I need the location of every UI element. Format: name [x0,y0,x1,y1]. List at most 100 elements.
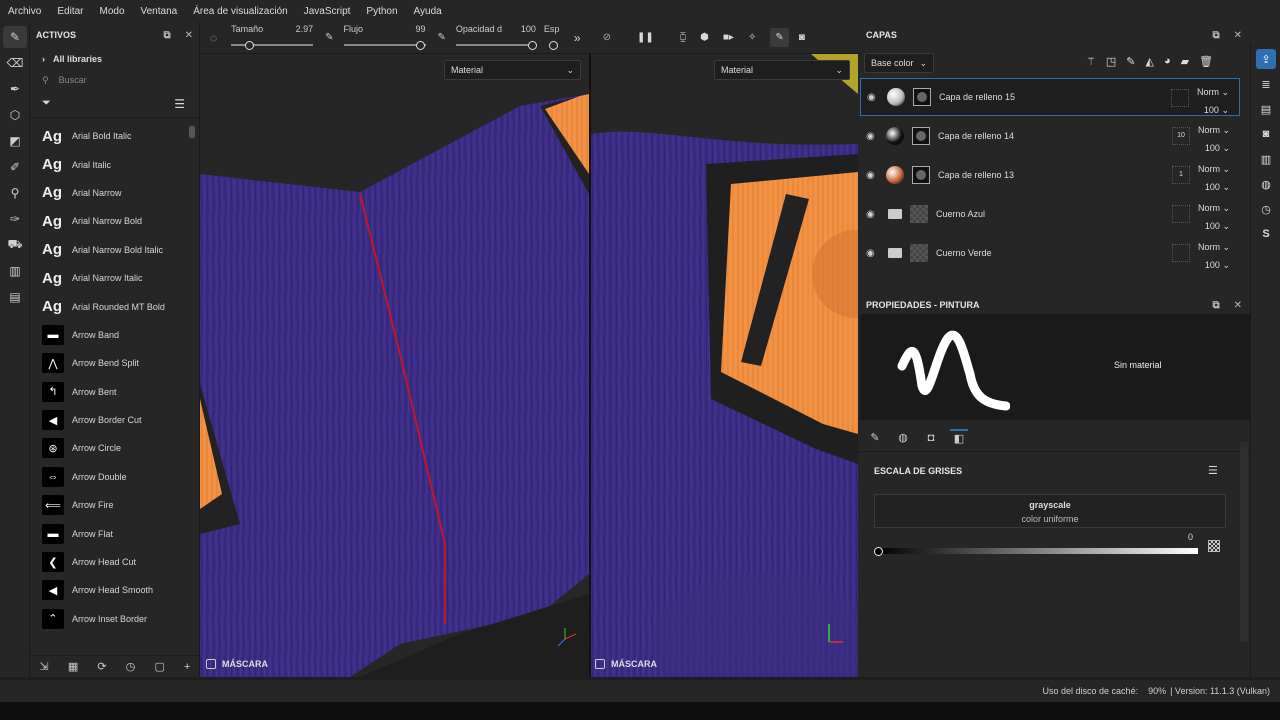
asset-item[interactable]: ⊛ Arrow Circle [30,434,199,462]
close-icon[interactable]: ✕ [1234,300,1242,311]
asset-item[interactable]: ⇔ Arrow Double [30,463,199,491]
material-dropdown-left[interactable]: Material ⌄ [444,60,581,80]
layer-opacity[interactable]: 100 [1205,182,1220,192]
bake-icon[interactable]: ⛟ [3,234,27,256]
scrollbar[interactable] [1240,442,1248,642]
import-icon[interactable]: ⇲ [40,660,49,673]
asset-item[interactable]: ◀ Arrow Head Smooth [30,576,199,604]
magic-wand-icon[interactable]: ⚚ [1086,55,1096,68]
blend-mode[interactable]: Norm [1198,242,1220,252]
asset-item[interactable]: Ag Arial Narrow [30,179,199,207]
menu-item[interactable]: Ayuda [414,6,442,17]
menu-item[interactable]: Área de visualización [193,6,288,17]
export-icon[interactable]: ⇪ [1256,49,1276,69]
menu-item[interactable]: Modo [99,6,124,17]
size-slider[interactable]: Tamaño 2.97 [231,22,314,54]
layer-row[interactable]: ◉ Cuerno Verde Norm ⌄ 100 ⌄ [860,234,1240,272]
folder-icon[interactable]: ▰ [1181,55,1189,68]
layer-opacity[interactable]: 100 [1204,105,1219,115]
add-icon[interactable]: + [184,661,190,673]
asset-item[interactable]: ⋀ Arrow Bend Split [30,349,199,377]
3d-viewport[interactable]: Material ⌄ MÁSCARA [591,54,858,677]
blend-mode[interactable]: Norm [1198,125,1220,135]
material-tab-icon[interactable]: ◧ [950,428,968,447]
undock-icon[interactable]: ⧉ [163,30,170,41]
new-library-icon[interactable]: ▦ [68,660,78,673]
close-icon[interactable]: ✕ [1234,30,1242,41]
asset-item[interactable]: Ag Arial Rounded MT Bold [30,292,199,320]
layer-row[interactable]: ◉ Capa de relleno 15 Norm ⌄ 100 ⌄ [860,78,1240,116]
material-dropdown-right[interactable]: Material ⌄ [714,60,850,80]
layer-effect-slot[interactable]: 1 [1172,166,1190,184]
document-icon[interactable]: ▤ [3,286,27,308]
history-icon[interactable]: ◷ [126,660,136,673]
menu-icon[interactable]: ☰ [1208,464,1218,477]
geometry-fill-icon[interactable]: ⬡ [3,104,27,126]
projection-icon[interactable]: ✒ [3,78,27,100]
brush-mode-icon[interactable]: ✎ [770,28,789,47]
visibility-eye-icon[interactable]: ◉ [866,248,880,259]
document-icon[interactable]: ▥ [1256,149,1276,169]
menu-item[interactable]: Archivo [8,6,41,17]
menu-item[interactable]: Ventana [141,6,178,17]
brush-tab-icon[interactable]: ✎ [866,429,884,447]
expand-icon[interactable]: » [574,31,581,45]
asset-item[interactable]: Ag Arial Narrow Bold [30,207,199,235]
stencil-tab-icon[interactable]: ◘ [922,429,940,447]
asset-item[interactable]: Ag Arial Narrow Bold Italic [30,236,199,264]
mask-add-icon[interactable]: ◳ [1106,55,1116,68]
color-picker-icon[interactable] [1208,540,1220,552]
undock-icon[interactable]: ⧉ [1212,300,1219,311]
folder-icon[interactable]: ▢ [154,660,164,673]
split-view-icon[interactable]: ⧮ [680,32,686,43]
visibility-eye-icon[interactable]: ◉ [866,209,880,220]
opacity-slider[interactable]: Opacidad d 100 [455,22,537,54]
layer-effect-slot[interactable] [1172,244,1190,262]
eraser-icon[interactable]: ⌫ [3,52,27,74]
mask-thumbnail[interactable] [912,166,930,184]
undock-icon[interactable]: ⧉ [1212,30,1219,41]
brush-preview[interactable]: Sin material [860,314,1250,420]
blend-mode[interactable]: Norm [1197,87,1219,97]
lasso-icon[interactable]: ◌ [210,31,217,45]
color-picker-icon[interactable]: ✑ [3,208,27,230]
asset-item[interactable]: ⌃ Arrow Inset Border [30,605,199,633]
library-selector[interactable]: › All libraries [30,48,199,70]
layer-row[interactable]: ◉ Capa de relleno 14 10 Norm ⌄ 100 ⌄ [860,117,1240,155]
camera-icon[interactable]: ◙ [1256,124,1276,144]
asset-item[interactable]: ❮ Arrow Head Cut [30,548,199,576]
filter-icon[interactable]: ⏷ [42,97,51,110]
visibility-eye-icon[interactable]: ◉ [866,170,880,181]
asset-item[interactable]: ▬ Arrow Flat [30,519,199,547]
visibility-eye-icon[interactable]: ◉ [867,92,881,103]
uv-viewport[interactable]: Material ⌄ MÁSCARA [200,54,589,677]
grayscale-slider[interactable] [876,548,1198,554]
layer-row[interactable]: ◉ Capa de relleno 13 1 Norm ⌄ 100 ⌄ [860,156,1240,194]
texture-set-icon[interactable]: ▤ [1256,99,1276,119]
polygon-fill-icon[interactable]: ◩ [3,130,27,152]
clone-icon[interactable]: ⚲ [3,182,27,204]
globe-icon[interactable]: ◍ [1256,174,1276,194]
blend-mode[interactable]: Norm [1198,203,1220,213]
effect-icon[interactable]: ◕ [1164,55,1171,68]
grayscale-slider-handle[interactable] [874,547,883,556]
trash-tool-icon[interactable]: ▥ [3,260,27,282]
menu-item[interactable]: Python [366,6,397,17]
blend-mode[interactable]: Norm [1198,164,1220,174]
asset-item[interactable]: Ag Arial Bold Italic [30,122,199,150]
cube-icon[interactable]: ⬢ [700,32,709,43]
asset-item[interactable]: ⟸ Arrow Fire [30,491,199,519]
pause-icon[interactable]: ❚❚ [637,32,654,43]
paint-layer-icon[interactable]: ✎ [1126,55,1135,68]
grayscale-card[interactable]: grayscale color uniforme [874,494,1226,528]
search-row[interactable]: ⚲ Buscar [30,70,199,90]
camera-video-icon[interactable]: ■▸ [723,32,734,43]
asset-item[interactable]: Ag Arial Narrow Italic [30,264,199,292]
spacing-slider[interactable]: Esp [544,22,562,54]
layers-stack-icon[interactable]: ≣ [1256,74,1276,94]
menu-item[interactable]: Editar [57,6,83,17]
refresh-icon[interactable]: ⟳ [97,660,106,673]
history-icon[interactable]: ◷ [1256,199,1276,219]
scrollbar[interactable] [189,126,195,138]
delete-icon[interactable]: 🗑 [1199,55,1213,68]
